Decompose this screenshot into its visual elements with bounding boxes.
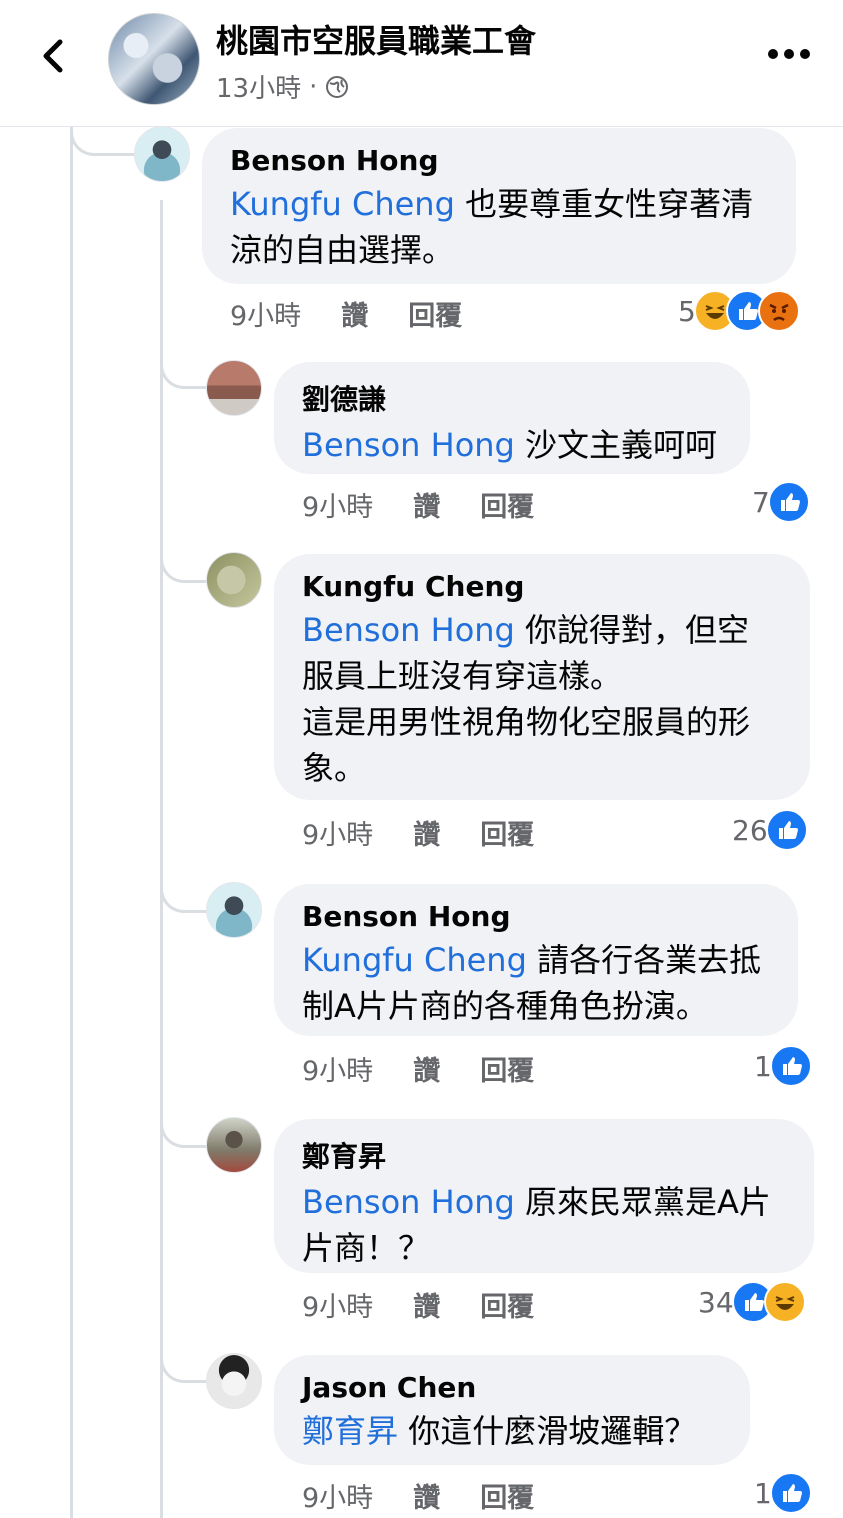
comment-bubble: 劉德謙 Benson Hong 沙文主義呵呵 <box>274 362 750 474</box>
reply-button[interactable]: 回覆 <box>480 1049 534 1088</box>
comment-bubble: Benson Hong Kungfu Cheng 請各行各業去抵 制A片片商的各種… <box>274 884 798 1036</box>
globe-icon <box>326 75 349 98</box>
thread-line-outer <box>70 127 73 1518</box>
mention-link[interactable]: Kungfu Cheng <box>230 185 455 223</box>
avatar[interactable] <box>206 1353 262 1409</box>
comment-author[interactable]: Benson Hong <box>230 144 768 177</box>
mention-link[interactable]: Benson Hong <box>302 1183 515 1221</box>
reaction-summary[interactable]: 5 <box>678 290 800 332</box>
comment-text: Kungfu Cheng 也要尊重女性穿著清 涼的自由選擇。 <box>230 185 754 269</box>
post-time[interactable]: 13小時 <box>216 68 301 105</box>
comment-text: Benson Hong 你說得對，但空 服員上班沒有穿這樣。 這是用男性視角物化空服… <box>302 611 751 787</box>
mention-link[interactable]: Kungfu Cheng <box>302 941 527 979</box>
comment-text: 鄭育昇 你這什麼滑坡邏輯？ <box>302 1412 697 1450</box>
comment-actions: 9小時 讚 回覆 <box>230 294 462 333</box>
like-button[interactable]: 讚 <box>413 813 440 852</box>
like-button[interactable]: 讚 <box>413 1476 440 1515</box>
comment-text: Benson Hong 原來民眾黨是A片 片商！？ <box>302 1183 771 1267</box>
comment-author[interactable]: Jason Chen <box>302 1371 722 1404</box>
mention-link[interactable]: 鄭育昇 <box>302 1412 398 1450</box>
comment-time[interactable]: 9小時 <box>302 1049 373 1088</box>
avatar[interactable] <box>206 360 262 416</box>
comment-actions: 9小時 讚 回覆 <box>302 485 534 524</box>
post-header: 桃園市空服員職業工會 13小時 · <box>0 0 843 127</box>
haha-reaction-icon <box>763 1281 806 1323</box>
comment-bubble: Jason Chen 鄭育昇 你這什麼滑坡邏輯？ <box>274 1355 750 1465</box>
page-name[interactable]: 桃園市空服員職業工會 <box>216 16 536 62</box>
comment-time[interactable]: 9小時 <box>302 1476 373 1515</box>
like-button[interactable]: 讚 <box>413 1049 440 1088</box>
angry-reaction-icon <box>757 290 800 332</box>
comment-actions: 9小時 讚 回覆 <box>302 1476 534 1515</box>
mention-link[interactable]: Benson Hong <box>302 426 515 464</box>
avatar[interactable] <box>206 552 262 608</box>
like-reaction-icon <box>769 1472 812 1514</box>
comment-bubble: Kungfu Cheng Benson Hong 你說得對，但空 服員上班沒有穿這… <box>274 554 810 800</box>
reaction-summary[interactable]: 26 <box>732 809 808 851</box>
comment-actions: 9小時 讚 回覆 <box>302 1285 534 1324</box>
comment-author[interactable]: Benson Hong <box>302 900 770 933</box>
separator: · <box>309 71 318 102</box>
reply-button[interactable]: 回覆 <box>480 485 534 524</box>
comment-author[interactable]: Kungfu Cheng <box>302 570 782 603</box>
like-button[interactable]: 讚 <box>413 1285 440 1324</box>
reaction-count: 34 <box>698 1285 734 1319</box>
reaction-summary[interactable]: 1 <box>754 1472 812 1514</box>
comment-time[interactable]: 9小時 <box>230 294 301 333</box>
thread-elbow <box>160 530 207 583</box>
thread-elbow <box>160 1095 207 1148</box>
comment-bubble: Benson Hong Kungfu Cheng 也要尊重女性穿著清 涼的自由選擇… <box>202 128 796 284</box>
reaction-count: 26 <box>732 813 768 847</box>
thread-elbow <box>160 340 207 389</box>
mention-link[interactable]: Benson Hong <box>302 611 515 649</box>
like-reaction-icon <box>767 481 810 523</box>
thread-elbow <box>70 127 135 156</box>
post-time-row: 13小時 · <box>216 68 349 105</box>
thread-elbow <box>160 1330 207 1383</box>
reply-button[interactable]: 回覆 <box>480 1476 534 1515</box>
like-reaction-icon <box>765 809 808 851</box>
comment-actions: 9小時 讚 回覆 <box>302 813 534 852</box>
page-avatar[interactable] <box>108 13 200 105</box>
thread-elbow <box>160 860 207 913</box>
reaction-summary[interactable]: 1 <box>754 1045 812 1087</box>
reaction-summary[interactable]: 7 <box>752 481 810 523</box>
avatar[interactable] <box>206 882 262 938</box>
like-reaction-icon <box>769 1045 812 1087</box>
comment-time[interactable]: 9小時 <box>302 813 373 852</box>
thread-line-inner <box>160 200 163 1518</box>
comment-bubble: 鄭育昇 Benson Hong 原來民眾黨是A片 片商！？ <box>274 1119 814 1273</box>
more-icon[interactable] <box>766 42 812 66</box>
reply-button[interactable]: 回覆 <box>480 813 534 852</box>
reply-button[interactable]: 回覆 <box>408 294 462 333</box>
reply-button[interactable]: 回覆 <box>480 1285 534 1324</box>
like-button[interactable]: 讚 <box>413 485 440 524</box>
comment-author[interactable]: 劉德謙 <box>302 378 722 418</box>
comment-actions: 9小時 讚 回覆 <box>302 1049 534 1088</box>
back-arrow-icon[interactable] <box>34 36 74 76</box>
comment-time[interactable]: 9小時 <box>302 1285 373 1324</box>
avatar[interactable] <box>134 126 190 182</box>
like-button[interactable]: 讚 <box>341 294 368 333</box>
comment-time[interactable]: 9小時 <box>302 485 373 524</box>
avatar[interactable] <box>206 1117 262 1173</box>
reaction-summary[interactable]: 34 <box>698 1281 806 1323</box>
comment-text: Benson Hong 沙文主義呵呵 <box>302 426 718 464</box>
comment-author[interactable]: 鄭育昇 <box>302 1135 786 1175</box>
comment-text: Kungfu Cheng 請各行各業去抵 制A片片商的各種角色扮演。 <box>302 941 762 1025</box>
